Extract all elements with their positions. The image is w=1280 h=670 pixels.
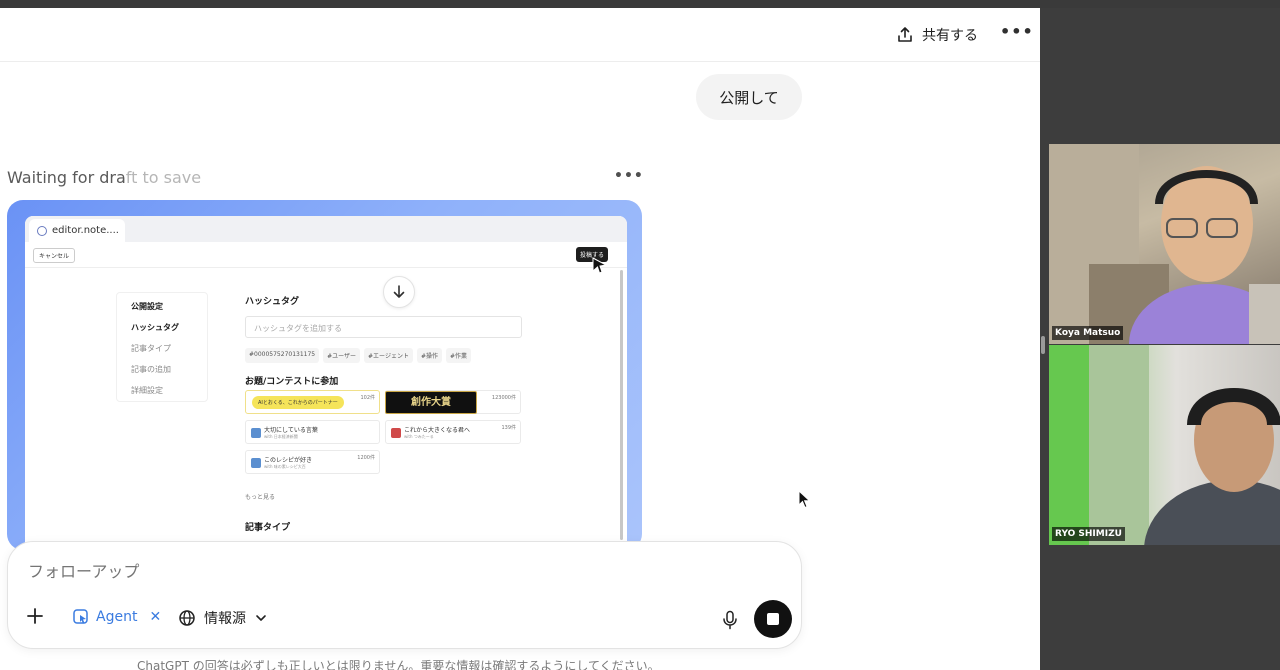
preview-scrollbar [620,270,623,540]
contest-count: 102件 [360,395,375,401]
participant-avatar-2 [1049,345,1280,545]
chat-header: 共有する ••• [0,8,1040,62]
contest-label: AIとおくる、これからのパートナー [252,396,344,409]
publish-settings-nav: 公開設定 ハッシュタグ 記事タイプ 記事の追加 詳細設定 [116,292,208,402]
contest-card: このレシピが好き with 味の素レシピ大百 1200件 [245,450,380,474]
add-attachment-button[interactable] [24,606,46,628]
hashtag-list: #0000575270131175 #ユーザー #エージェント #操作 #作業 [245,348,472,363]
nav-item-details: 詳細設定 [131,386,163,395]
scroll-to-bottom-button[interactable] [383,276,415,308]
contest-card: 大切にしている言葉 with 日本経済新聞 [245,420,380,444]
nav-item-article-type: 記事タイプ [131,344,171,353]
sources-label: 情報源 [204,611,246,627]
contest-count: 139件 [501,425,516,431]
share-label: 共有する [922,28,978,44]
agent-label: Agent [96,609,138,625]
participant-name: RYO SHIMIZU [1052,527,1125,541]
arrow-down-icon [393,285,405,298]
participant-video-tile: RYO SHIMIZU [1049,345,1280,545]
contest-label: 大切にしている言葉 [264,427,318,434]
award-banner: 創作大賞 [385,391,477,414]
agent-cursor-icon [592,257,608,274]
contest-label: これから大きくなる君へ [404,427,471,434]
nav-item-publish-settings: 公開設定 [131,302,163,311]
contest-more-link: もっと見る [245,494,276,501]
nav-item-hashtag: ハッシュタグ [131,323,179,332]
contest-sub: with つみたーる [404,434,434,439]
disclaimer-text: ChatGPT の回答は必ずしも正しいとは限りません。重要な情報は確認するように… [137,659,660,670]
hashtag-chip: #ユーザー [323,348,361,363]
globe-icon [179,610,195,626]
contest-icon [251,458,261,468]
contest-icon [251,428,261,438]
stop-generation-button[interactable] [754,600,792,638]
chat-main-panel: 共有する ••• 公開して Waiting for draft to save … [0,8,1040,670]
article-type-title: 記事タイプ [245,523,291,533]
contest-count: 1200件 [357,455,375,461]
contest-label: このレシピが好き [264,457,313,464]
browser-tab-strip: editor.note.... [25,216,627,242]
tab-title: editor.note.... [52,225,119,236]
mouse-cursor-icon [798,490,811,509]
chevron-down-icon [256,615,266,621]
hashtag-input: ハッシュタグを追加する [245,316,522,338]
stop-icon [767,613,779,625]
sources-dropdown[interactable]: 情報源 [178,608,268,628]
panel-resize-handle[interactable] [1041,336,1045,354]
contest-count: 123000件 [491,395,516,401]
plus-icon [27,608,43,624]
agent-status-text: Waiting for draft to save [7,168,201,187]
globe-icon [37,225,47,236]
microphone-icon[interactable] [722,610,738,630]
message-composer: Agent ✕ 情報源 [7,541,802,649]
participant-avatar-1 [1049,144,1280,344]
agent-mode-chip[interactable]: Agent ✕ [72,608,161,626]
hashtag-chip: #操作 [416,348,442,363]
contest-icon [391,428,401,438]
hashtag-chip: #エージェント [364,348,413,363]
status-text-fade: ft to save [125,168,202,187]
participant-name: Koya Matsuo [1052,326,1124,340]
share-button[interactable]: 共有する [896,22,978,48]
contest-sub: with 日本経済新聞 [264,434,298,439]
remove-agent-icon[interactable]: ✕ [149,609,161,625]
status-text-main: Waiting for dra [7,168,126,187]
browser-tab: editor.note.... [29,219,125,242]
participant-video-tile: Koya Matsuo [1049,144,1280,344]
contest-sub: with 味の素レシピ大百 [264,464,306,469]
agent-browser-preview[interactable]: editor.note.... キャンセル 投稿する 公開設定 ハッシュタグ 記… [7,200,642,550]
hashtag-chip: #0000575270131175 [245,348,320,363]
contest-section-title: お題/コンテストに参加 [245,377,339,387]
contest-card: AIとおくる、これからのパートナー 102件 [245,390,380,414]
share-icon [898,27,912,42]
follow-up-input[interactable] [28,560,628,582]
editor-toolbar: キャンセル 投稿する [25,242,627,274]
agent-icon [73,609,88,624]
contest-card: これから大きくなる君へ with つみたーる 139件 [385,420,521,444]
preview-browser-window: editor.note.... キャンセル 投稿する 公開設定 ハッシュタグ 記… [25,216,627,550]
user-message-bubble: 公開して [696,74,802,120]
user-message-text: 公開して [719,88,779,107]
hashtag-chip: #作業 [445,348,472,363]
window-top-bar [0,0,1280,8]
preview-cancel-button: キャンセル [33,248,76,263]
nav-item-add-article: 記事の追加 [131,365,171,374]
more-options-button[interactable]: ••• [1000,24,1033,46]
status-more-button[interactable]: ••• [614,168,643,184]
